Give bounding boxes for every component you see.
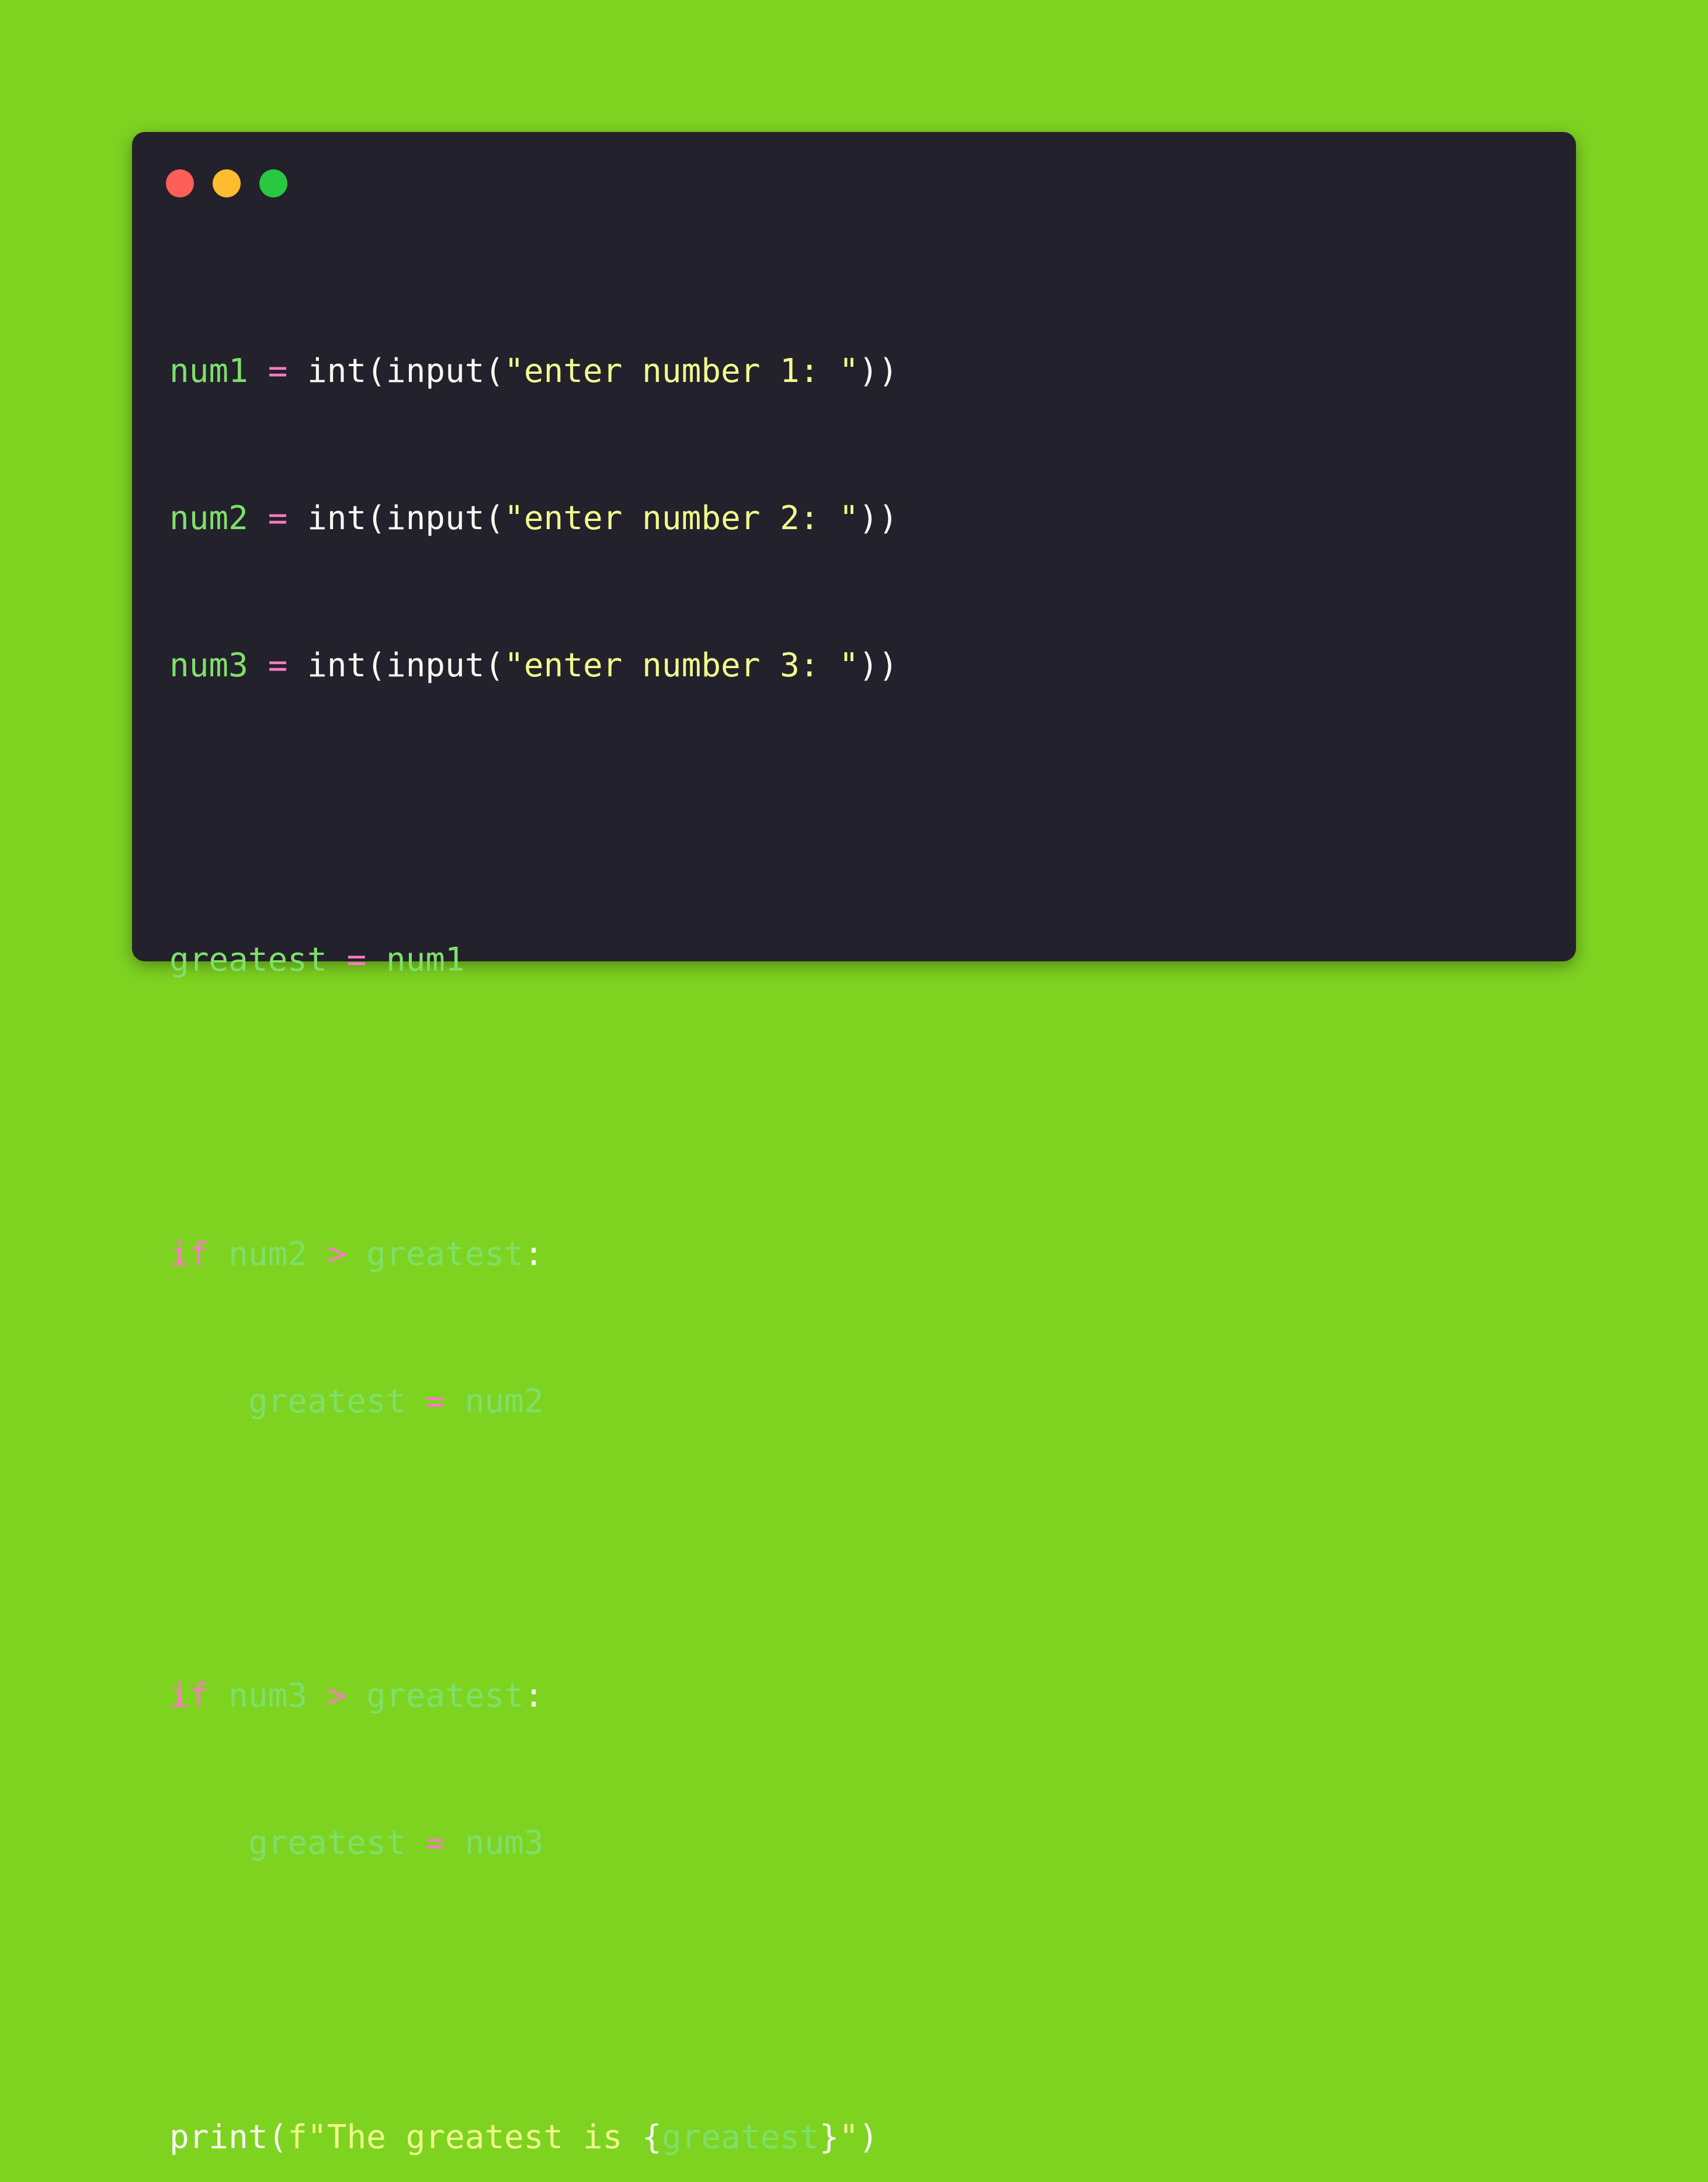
code-token: f"The greatest is bbox=[287, 2118, 643, 2156]
code-line-11: greatest = num3 bbox=[169, 1819, 898, 1868]
code-token: greatest bbox=[366, 1677, 524, 1715]
minimize-dot[interactable] bbox=[213, 169, 241, 197]
code-token: greatest bbox=[366, 1235, 524, 1273]
code-token: = bbox=[268, 499, 288, 537]
code-line-13: print(f"The greatest is {greatest}") bbox=[169, 2113, 898, 2162]
code-token: )) bbox=[859, 499, 898, 537]
code-token: if bbox=[169, 1235, 209, 1273]
code-token: "enter number 3: " bbox=[504, 647, 859, 685]
code-token: num2 bbox=[169, 499, 248, 537]
code-token: " bbox=[839, 2118, 859, 2156]
code-line-10: if num3 > greatest: bbox=[169, 1672, 898, 1721]
code-token: num1 bbox=[169, 352, 248, 390]
code-token: ) bbox=[859, 2118, 879, 2156]
window-controls bbox=[166, 169, 287, 197]
code-token: greatest bbox=[661, 2118, 820, 2156]
code-token: num3 bbox=[464, 1824, 544, 1862]
code-token: int(input( bbox=[307, 499, 505, 537]
code-token: = bbox=[425, 1382, 446, 1420]
code-token: print( bbox=[169, 2118, 288, 2156]
code-token: num3 bbox=[169, 647, 248, 685]
code-token: )) bbox=[859, 352, 898, 390]
code-token: greatest bbox=[248, 1824, 406, 1862]
code-line-5: greatest = num1 bbox=[169, 936, 898, 985]
code-token: = bbox=[268, 647, 288, 685]
code-token: = bbox=[425, 1824, 446, 1862]
code-token: greatest bbox=[248, 1382, 406, 1420]
code-line-7: if num2 > greatest: bbox=[169, 1230, 898, 1279]
code-token: if bbox=[169, 1677, 209, 1715]
code-token: num2 bbox=[228, 1235, 308, 1273]
code-token: > bbox=[327, 1235, 347, 1273]
code-token: : bbox=[523, 1235, 544, 1273]
code-token: num1 bbox=[386, 941, 465, 979]
code-token: num2 bbox=[464, 1382, 544, 1420]
code-window: num1 = int(input("enter number 1: ")) nu… bbox=[132, 132, 1576, 2156]
code-block: num1 = int(input("enter number 1: ")) nu… bbox=[169, 249, 898, 2182]
code-token: "enter number 2: " bbox=[504, 499, 859, 537]
code-line-2: num2 = int(input("enter number 2: ")) bbox=[169, 494, 898, 543]
close-dot[interactable] bbox=[166, 169, 194, 197]
maximize-dot[interactable] bbox=[259, 169, 287, 197]
code-token: num3 bbox=[228, 1677, 308, 1715]
code-token: = bbox=[346, 941, 367, 979]
code-line-8: greatest = num2 bbox=[169, 1377, 898, 1426]
code-token: : bbox=[523, 1677, 544, 1715]
code-token: = bbox=[268, 352, 288, 390]
code-token: > bbox=[327, 1677, 347, 1715]
code-token: greatest bbox=[169, 941, 327, 979]
code-token: int(input( bbox=[307, 352, 505, 390]
code-line-3: num3 = int(input("enter number 3: ")) bbox=[169, 641, 898, 690]
code-line-1: num1 = int(input("enter number 1: ")) bbox=[169, 347, 898, 396]
code-token: } bbox=[819, 2118, 839, 2156]
code-token: )) bbox=[859, 647, 898, 685]
code-token: int(input( bbox=[307, 647, 505, 685]
code-token: { bbox=[642, 2118, 662, 2156]
code-token: "enter number 1: " bbox=[504, 352, 859, 390]
